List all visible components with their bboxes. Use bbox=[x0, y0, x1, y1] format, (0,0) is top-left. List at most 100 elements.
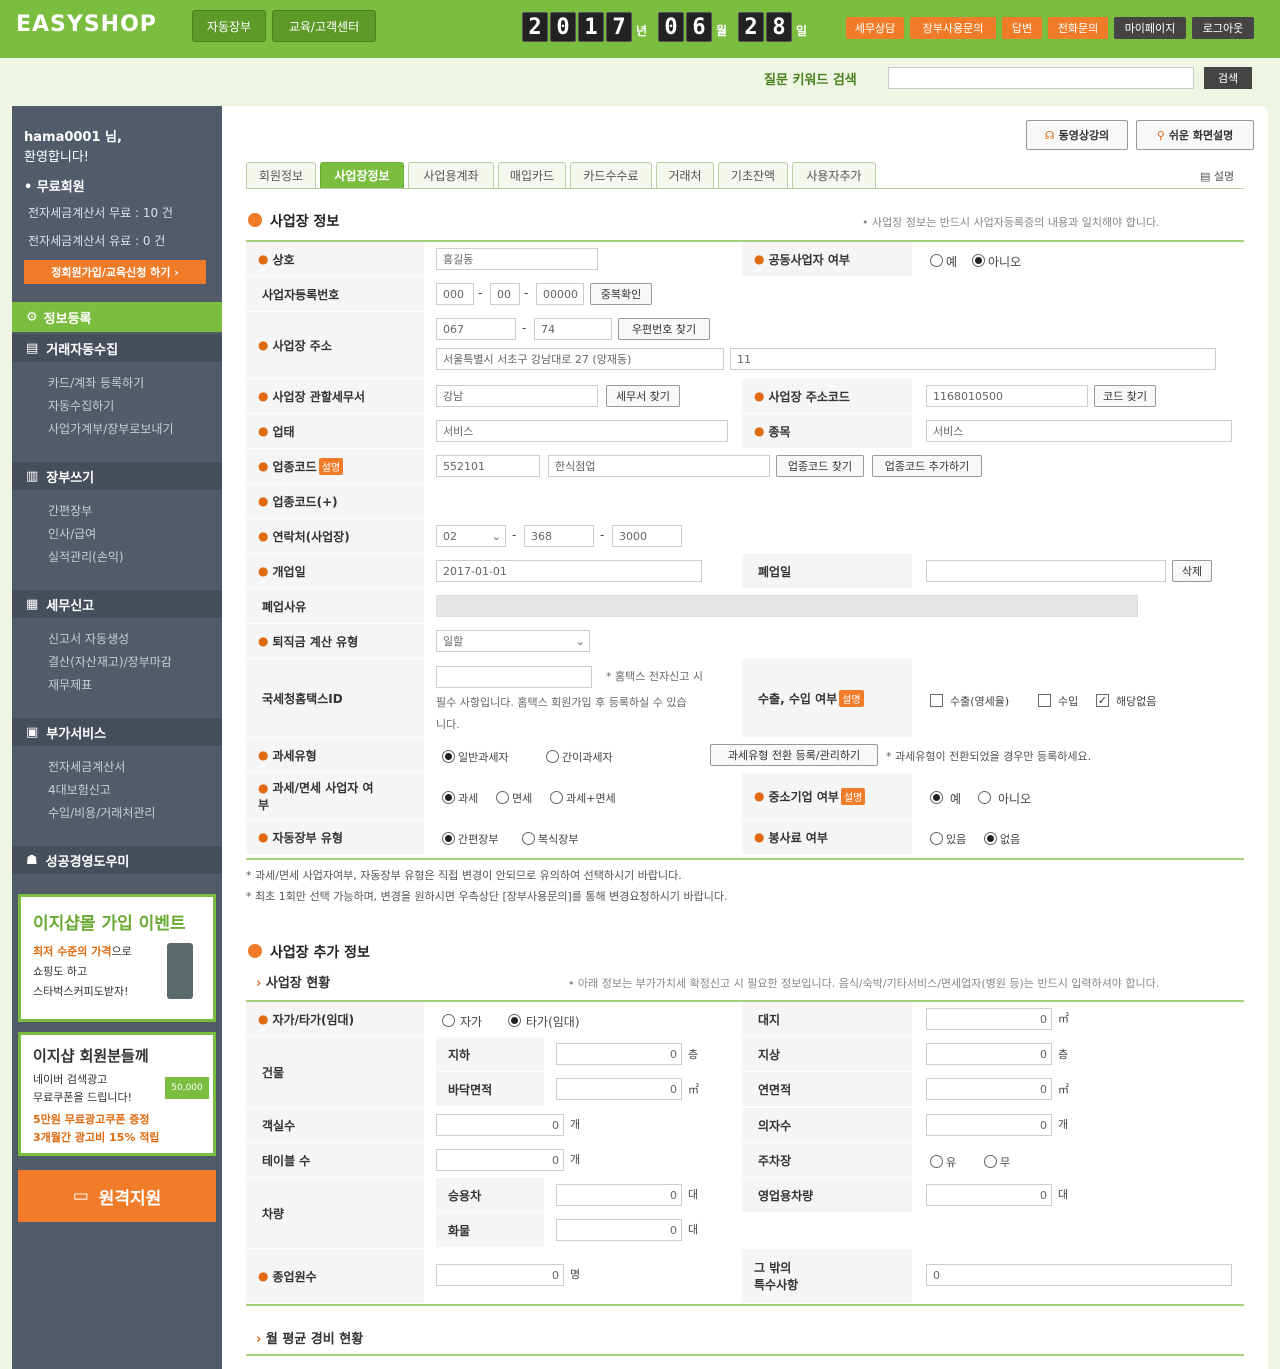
total-area-input[interactable]: 0 bbox=[926, 1078, 1052, 1100]
simple-taxpayer-radio[interactable] bbox=[546, 750, 559, 763]
above-floors-input[interactable]: 0 bbox=[926, 1043, 1052, 1065]
address-code-input[interactable]: 1168010500 bbox=[926, 385, 1088, 407]
rented-radio[interactable] bbox=[508, 1014, 521, 1027]
tab-business-account[interactable]: 사업용계좌 bbox=[408, 162, 494, 188]
land-area-input[interactable]: 0 bbox=[926, 1008, 1052, 1030]
help-badge[interactable]: 설명 bbox=[839, 689, 864, 707]
phone-area-select[interactable]: 02 ⌄ bbox=[436, 525, 506, 547]
company-name-input[interactable]: 홍길동 bbox=[436, 248, 598, 270]
taxable-radio[interactable] bbox=[442, 791, 455, 804]
industry-code-input[interactable]: 552101 bbox=[436, 455, 540, 477]
nav-auto-book[interactable]: 자동장부 bbox=[192, 10, 266, 42]
menu-group-tax-report[interactable]: ▦ 세무신고 bbox=[12, 590, 222, 618]
address-detail-input[interactable]: 11 bbox=[730, 348, 1216, 370]
taxable-and-exempt-radio[interactable] bbox=[550, 791, 563, 804]
zip-search-button[interactable]: 우편번호 찾기 bbox=[618, 318, 710, 340]
tab-card-fee[interactable]: 카드수수료 bbox=[570, 162, 652, 188]
industry-name-input[interactable]: 한식점업 bbox=[548, 455, 770, 477]
logo[interactable]: EASYSHOP bbox=[16, 12, 157, 37]
menu-group-management-helper[interactable]: ☗ 성공경영도우미 bbox=[12, 846, 222, 874]
hometax-id-input[interactable] bbox=[436, 666, 592, 688]
nav-education[interactable]: 교육/고객센터 bbox=[272, 10, 376, 42]
tab-clients[interactable]: 거래처 bbox=[656, 162, 714, 188]
zip1-input[interactable]: 067 bbox=[436, 318, 516, 340]
menu-item[interactable]: 간편장부 bbox=[48, 502, 92, 519]
tab-purchase-card[interactable]: 매입카드 bbox=[498, 162, 566, 188]
help-badge[interactable]: 설명 bbox=[318, 457, 344, 475]
menu-group-auto-collect[interactable]: ▤ 거래자동수집 bbox=[12, 334, 222, 362]
menu-item[interactable]: 4대보험신고 bbox=[48, 781, 111, 798]
sme-no-radio[interactable] bbox=[978, 791, 991, 804]
general-taxpayer-radio[interactable] bbox=[442, 750, 455, 763]
menu-item[interactable]: 인사/급여 bbox=[48, 525, 96, 542]
service-fee-yes-radio[interactable] bbox=[930, 832, 943, 845]
menu-item[interactable]: 카드/계좌 등록하기 bbox=[48, 374, 144, 391]
tab-opening-balance[interactable]: 기초잔액 bbox=[718, 162, 788, 188]
open-date-input[interactable]: 2017-01-01 bbox=[436, 560, 702, 582]
business-item-input[interactable]: 서비스 bbox=[926, 420, 1232, 442]
retirement-type-select[interactable]: 일할 ⌄ bbox=[436, 630, 590, 652]
tax-office-search-button[interactable]: 세무서 찾기 bbox=[606, 385, 680, 407]
parking-yes-radio[interactable] bbox=[930, 1155, 943, 1168]
phone-inquiry-link[interactable]: 전화문의 bbox=[1048, 17, 1108, 39]
business-type-input[interactable]: 서비스 bbox=[436, 420, 728, 442]
screen-help-button[interactable]: ⚲ 쉬운 화면설명 bbox=[1136, 120, 1254, 150]
seats-input[interactable]: 0 bbox=[926, 1114, 1052, 1136]
industry-code-search-button[interactable]: 업종코드 찾기 bbox=[776, 455, 864, 477]
bizno-part1-input[interactable]: 000 bbox=[436, 283, 474, 305]
menu-item[interactable]: 전자세금계산서 bbox=[48, 758, 125, 775]
tax-consult-link[interactable]: 세무상담 bbox=[846, 17, 904, 39]
tab-member-info[interactable]: 회원정보 bbox=[246, 162, 316, 188]
menu-item[interactable]: 실적관리(손익) bbox=[48, 548, 124, 565]
employees-input[interactable]: 0 bbox=[436, 1264, 564, 1286]
membership-cta-button[interactable]: 정회원가입/교육신청 하기 › bbox=[24, 260, 206, 284]
industry-code-add-button[interactable]: 업종코드 추가하기 bbox=[872, 455, 982, 477]
menu-info-register[interactable]: ⚙ 정보등록 bbox=[12, 302, 222, 332]
joint-no-radio[interactable] bbox=[972, 254, 985, 267]
menu-group-bookkeeping[interactable]: ▥ 장부쓰기 bbox=[12, 462, 222, 490]
answer-link[interactable]: 답변 bbox=[1002, 17, 1042, 39]
mall-event-banner[interactable]: 이지샵몰 가입 이벤트 최저 수준의 가격으로 쇼핑도 하고 스타벅스커피도받자… bbox=[18, 894, 216, 1022]
parking-no-radio[interactable] bbox=[984, 1155, 997, 1168]
menu-item[interactable]: 재무제표 bbox=[48, 676, 92, 693]
bizno-part3-input[interactable]: 00000 bbox=[536, 283, 584, 305]
tab-business-info[interactable]: 사업장정보 bbox=[320, 162, 404, 188]
menu-item[interactable]: 신고서 자동생성 bbox=[48, 630, 129, 647]
tables-input[interactable]: 0 bbox=[436, 1149, 564, 1171]
duplicate-check-button[interactable]: 중복확인 bbox=[590, 283, 652, 305]
menu-item[interactable]: 수입/비용/거래처관리 bbox=[48, 804, 155, 821]
menu-group-extra-service[interactable]: ▣ 부가서비스 bbox=[12, 718, 222, 746]
simple-book-radio[interactable] bbox=[442, 832, 455, 845]
zip2-input[interactable]: 74 bbox=[534, 318, 612, 340]
menu-item[interactable]: 결산(자산재고)/장부마감 bbox=[48, 653, 172, 670]
bizno-part2-input[interactable]: 00 bbox=[490, 283, 520, 305]
tax-type-manage-button[interactable]: 과세유형 전환 등록/관리하기 bbox=[710, 744, 878, 766]
export-checkbox[interactable] bbox=[930, 694, 943, 707]
special-notes-input[interactable]: 0 bbox=[926, 1264, 1232, 1286]
passenger-car-input[interactable]: 0 bbox=[556, 1184, 682, 1206]
tax-exempt-radio[interactable] bbox=[496, 791, 509, 804]
close-date-input[interactable] bbox=[926, 560, 1166, 582]
import-checkbox[interactable] bbox=[1038, 694, 1051, 707]
service-fee-no-radio[interactable] bbox=[984, 832, 997, 845]
sme-yes-radio[interactable] bbox=[930, 791, 943, 804]
address-input[interactable]: 서울특별시 서초구 강남대로 27 (양재동) bbox=[436, 348, 724, 370]
help-badge[interactable]: 설명 bbox=[840, 787, 866, 805]
owned-radio[interactable] bbox=[442, 1014, 455, 1027]
menu-item[interactable]: 자동수집하기 bbox=[48, 397, 114, 414]
video-lecture-button[interactable]: ☊ 동영상강의 bbox=[1026, 120, 1128, 150]
description-link[interactable]: ▤ 설명 bbox=[1200, 168, 1234, 184]
basement-floors-input[interactable]: 0 bbox=[556, 1043, 682, 1065]
menu-item[interactable]: 사업가계부/장부로보내기 bbox=[48, 420, 173, 437]
joint-yes-radio[interactable] bbox=[930, 254, 943, 267]
tab-add-user[interactable]: 사용자추가 bbox=[792, 162, 876, 188]
phone-last-input[interactable]: 3000 bbox=[612, 525, 682, 547]
business-vehicle-input[interactable]: 0 bbox=[926, 1184, 1052, 1206]
book-inquiry-link[interactable]: 장부사용문의 bbox=[910, 17, 996, 39]
phone-mid-input[interactable]: 368 bbox=[524, 525, 594, 547]
double-entry-radio[interactable] bbox=[522, 832, 535, 845]
delete-close-date-button[interactable]: 삭제 bbox=[1172, 560, 1212, 582]
search-input[interactable] bbox=[888, 67, 1194, 89]
none-checkbox[interactable]: ✓ bbox=[1096, 694, 1109, 707]
search-button[interactable]: 검색 bbox=[1204, 67, 1252, 89]
